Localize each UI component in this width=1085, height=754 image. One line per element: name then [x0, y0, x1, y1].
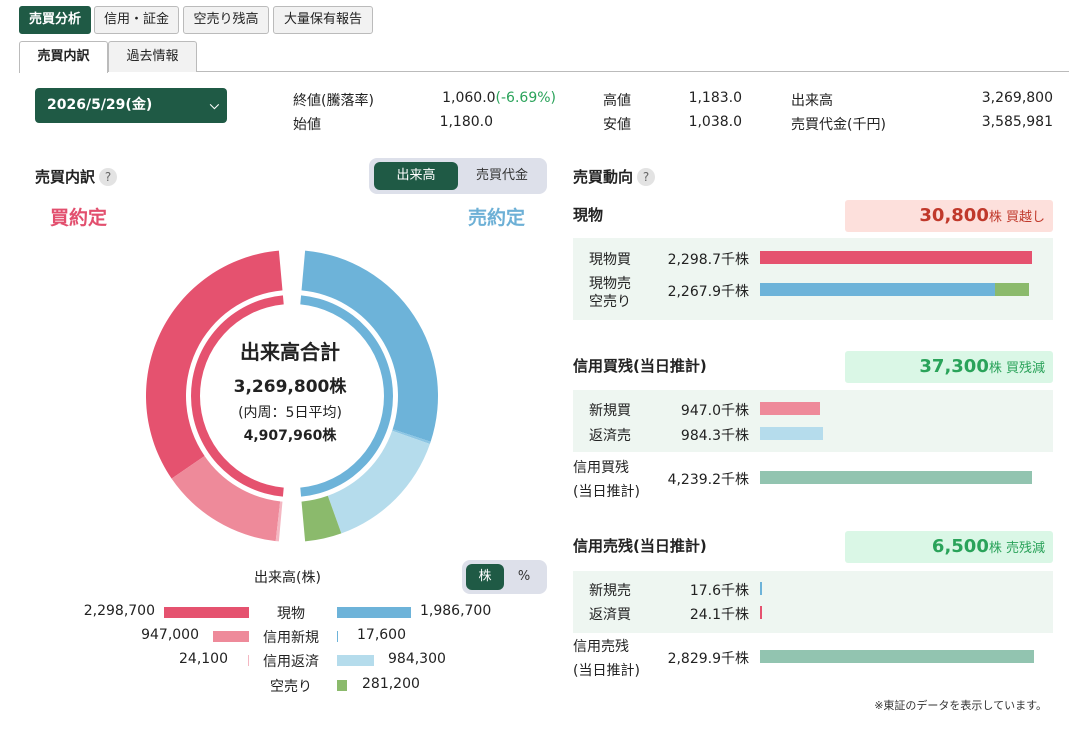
cash-buy-bar — [760, 251, 1032, 264]
turnover-value: 3,585,981 — [981, 114, 1053, 130]
open-value: 1,180.0 — [439, 114, 493, 130]
margin-buy-balance-value: 4,239.2千株 — [667, 472, 749, 488]
legend-buy-new-bar — [213, 631, 249, 642]
legend-label-short: 空売り — [270, 679, 312, 695]
toggle-turnover[interactable]: 売買代金 — [460, 162, 544, 190]
footnote: ※東証のデータを表示しています。 — [874, 699, 1047, 712]
margin-sell-balance-value: 2,829.9千株 — [667, 651, 749, 667]
close-label: 終値(騰落率) — [293, 93, 374, 109]
legend-buy-cash-value: 2,298,700 — [83, 603, 155, 619]
metric-toggle: 出来高 売買代金 — [369, 158, 547, 194]
unit-toggle: 株 % — [462, 560, 547, 594]
tab-trade-analysis[interactable]: 売買分析 — [19, 6, 91, 34]
margin-new-sell-value: 17.6千株 — [689, 583, 749, 599]
buy-side-title: 買約定 — [50, 207, 108, 229]
donut-center-avg: 4,907,960株 — [243, 428, 337, 444]
close-value: 1,060.0(-6.69%) — [442, 90, 556, 106]
low-value: 1,038.0 — [688, 114, 742, 130]
legend-short-bar — [337, 680, 347, 691]
margin-close-buy-label: 返済買 — [589, 607, 631, 623]
legend-sell-close-value: 984,300 — [388, 651, 446, 667]
donut-center-total: 3,269,800株 — [233, 377, 347, 397]
legend-sell-new-value: 17,600 — [357, 627, 406, 643]
tab-short-balance[interactable]: 空売り残高 — [183, 6, 269, 34]
toggle-percent[interactable]: % — [505, 564, 543, 590]
legend-sell-new-bar — [337, 631, 338, 642]
date-select-value: 2026/5/29(金) — [47, 97, 153, 113]
margin-sell-balance-label2: (当日推計) — [573, 663, 640, 679]
margin-sell-balance-bar — [760, 650, 1034, 663]
breakdown-title: 売買内訳? — [35, 166, 118, 187]
cash-sell-label: 現物売 — [589, 276, 631, 292]
legend-buy-new-value: 947,000 — [141, 627, 199, 643]
legend-buy-cash-bar — [164, 607, 249, 618]
margin-sell-panel — [573, 571, 1053, 633]
margin-close-sell-bar — [760, 427, 823, 440]
cash-buy-label: 現物買 — [589, 252, 631, 268]
high-label: 高値 — [603, 93, 631, 109]
donut-center-title: 出来高合計 — [240, 340, 340, 364]
help-icon[interactable]: ? — [637, 168, 656, 186]
margin-close-sell-value: 984.3千株 — [680, 428, 749, 444]
legend-short-value: 281,200 — [362, 676, 420, 692]
margin-new-buy-bar — [760, 402, 820, 415]
volume-value: 3,269,800 — [981, 90, 1053, 106]
margin-new-buy-label: 新規買 — [589, 403, 631, 419]
margin-new-sell-bar — [760, 582, 762, 595]
trend-title: 売買動向? — [573, 166, 656, 187]
sell-side-title: 売約定 — [468, 207, 526, 229]
cash-sell-value: 2,267.9千株 — [667, 284, 749, 300]
margin-buy-balance-label: 信用買残 — [573, 460, 629, 476]
legend-label-margin-new: 信用新規 — [263, 630, 319, 646]
cash-net-badge: 30,800株 買越し — [845, 200, 1053, 232]
open-label: 始値 — [293, 117, 321, 133]
margin-new-sell-label: 新規売 — [589, 583, 631, 599]
margin-sell-balance-label: 信用売残 — [573, 639, 629, 655]
low-label: 安値 — [603, 117, 631, 133]
cash-sell-bar — [760, 283, 995, 296]
cash-short-label: 空売り — [589, 294, 631, 310]
toggle-volume[interactable]: 出来高 — [374, 162, 458, 190]
subtab-breakdown[interactable]: 売買内訳 — [19, 41, 108, 73]
high-value: 1,183.0 — [688, 90, 742, 106]
date-select[interactable]: 2026/5/29(金) ⌵ — [35, 88, 227, 123]
margin-buy-badge: 37,300株 買残減 — [845, 351, 1053, 383]
margin-close-buy-value: 24.1千株 — [689, 607, 749, 623]
margin-buy-title: 信用買残(当日推計) — [573, 357, 707, 375]
margin-new-buy-value: 947.0千株 — [680, 403, 749, 419]
margin-sell-title: 信用売残(当日推計) — [573, 537, 707, 555]
donut-center-inner-note: (内周：5日平均) — [238, 405, 342, 421]
volume-label: 出来高 — [791, 93, 833, 109]
cash-title: 現物 — [573, 206, 604, 224]
tab-margin[interactable]: 信用・証金 — [94, 6, 179, 34]
subtab-history[interactable]: 過去情報 — [108, 41, 197, 72]
unit-label: 出来高(株) — [254, 570, 321, 586]
margin-close-buy-bar — [760, 606, 762, 619]
legend-label-margin-close: 信用返済 — [263, 654, 319, 670]
tab-large-holdings[interactable]: 大量保有報告 — [273, 6, 373, 34]
legend-buy-close-value: 24,100 — [179, 651, 228, 667]
chevron-down-icon: ⌵ — [209, 98, 219, 112]
toggle-shares[interactable]: 株 — [466, 564, 504, 590]
legend-sell-cash-value: 1,986,700 — [420, 603, 492, 619]
legend-label-cash: 現物 — [277, 606, 305, 622]
margin-buy-panel — [573, 390, 1053, 452]
cash-buy-value: 2,298.7千株 — [667, 252, 749, 268]
cash-short-bar — [995, 283, 1029, 296]
margin-buy-balance-bar — [760, 471, 1032, 484]
legend-sell-cash-bar — [337, 607, 411, 618]
help-icon[interactable]: ? — [99, 168, 118, 186]
margin-sell-badge: 6,500株 売残減 — [845, 531, 1053, 563]
margin-buy-balance-label2: (当日推計) — [573, 484, 640, 500]
margin-close-sell-label: 返済売 — [589, 428, 631, 444]
legend-sell-close-bar — [337, 655, 374, 666]
turnover-label: 売買代金(千円) — [791, 117, 886, 133]
